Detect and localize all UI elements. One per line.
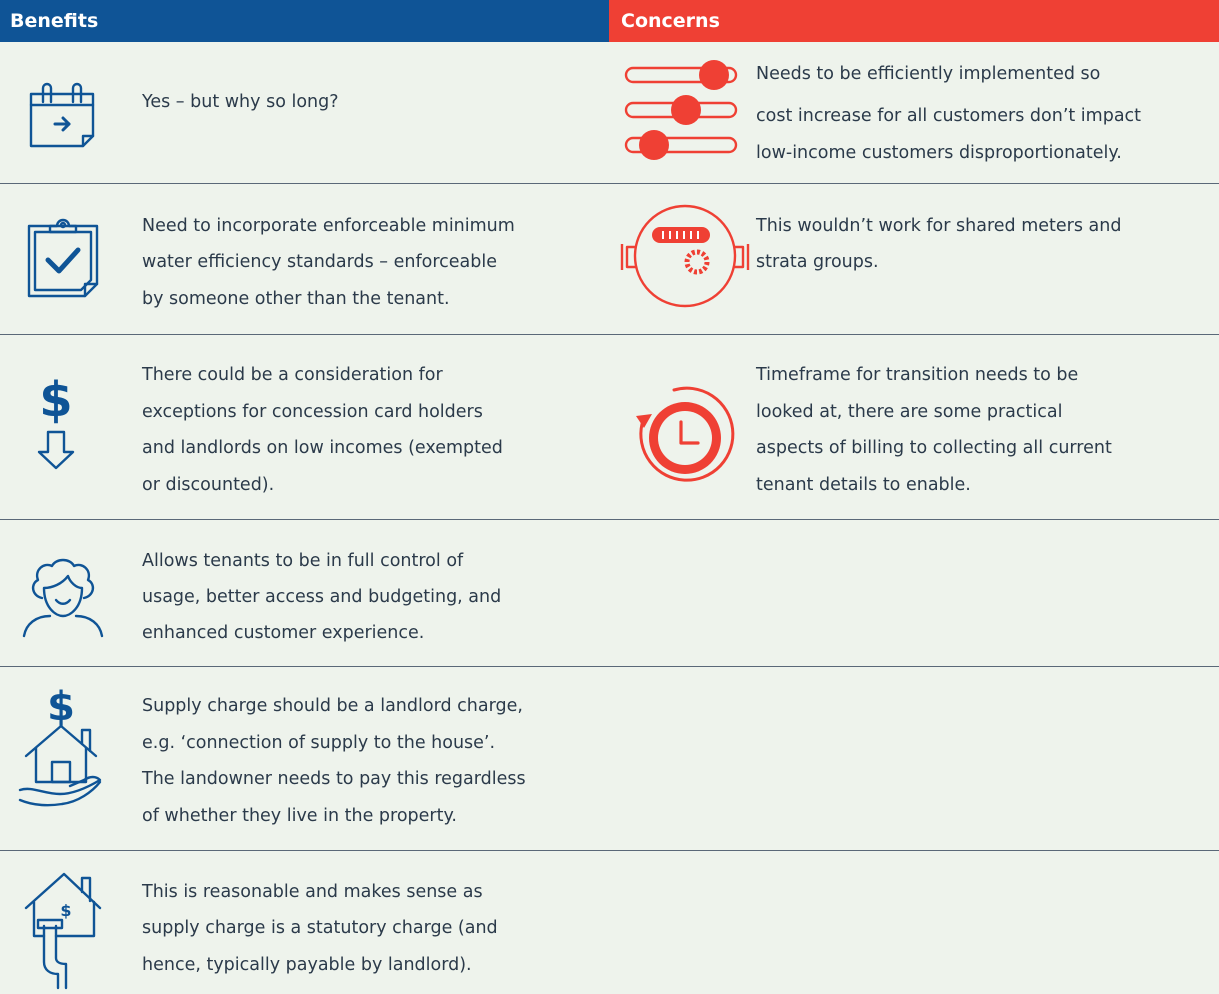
benefit-line: There could be a consideration for: [142, 365, 443, 385]
benefit-line: usage, better access and budgeting, and: [142, 587, 502, 607]
table-header: Benefits Concerns: [0, 0, 1219, 42]
benefit-line: Yes – but why so long?: [142, 92, 339, 112]
concern-line: cost increase for all customers don’t im…: [756, 106, 1142, 126]
row-divider: [0, 334, 1219, 335]
benefit-line: supply charge is a statutory charge (and: [142, 918, 498, 938]
benefit-line: This is reasonable and makes sense as: [142, 882, 483, 902]
benefit-line: Supply charge should be a landlord charg…: [142, 696, 523, 716]
concern-line: strata groups.: [756, 252, 879, 272]
concern-line: Needs to be efficiently implemented so: [756, 64, 1101, 84]
row-divider: [0, 519, 1219, 520]
benefit-line: by someone other than the tenant.: [142, 289, 450, 309]
benefit-line: e.g. ‘connection of supply to the house’…: [142, 733, 496, 753]
benefit-line: exceptions for concession card holders: [142, 402, 483, 422]
dollar-down-icon: $: [37, 372, 75, 470]
svg-text:$: $: [39, 372, 72, 428]
row-divider: [0, 850, 1219, 851]
house-hand-dollar-icon: $: [18, 684, 102, 807]
person-icon: [22, 558, 104, 638]
calendar-arrow-icon: [29, 82, 95, 148]
benefit-line: enhanced customer experience.: [142, 623, 425, 643]
benefit-line: or discounted).: [142, 475, 275, 495]
clock-cycle-icon: [636, 386, 735, 482]
concerns-column-header: Concerns: [609, 0, 1219, 42]
benefit-line: water efficiency standards – enforceable: [142, 252, 497, 272]
benefit-line: of whether they live in the property.: [142, 806, 457, 826]
benefit-line: Allows tenants to be in full control of: [142, 551, 464, 571]
benefit-line: Need to incorporate enforceable minimum: [142, 216, 515, 236]
clipboard-check-icon: [27, 218, 99, 298]
benefit-line: and landlords on low incomes (exempted: [142, 438, 503, 458]
concern-line: This wouldn’t work for shared meters and: [756, 216, 1122, 236]
concern-line: Timeframe for transition needs to be: [756, 365, 1079, 385]
house-pipe-icon: $: [24, 872, 102, 990]
benefits-column-header: Benefits: [0, 0, 609, 42]
benefit-line: The landowner needs to pay this regardle…: [142, 769, 526, 789]
concern-line: tenant details to enable.: [756, 475, 971, 495]
svg-text:$: $: [47, 684, 75, 730]
svg-text:$: $: [60, 901, 71, 920]
row-divider: [0, 666, 1219, 667]
row-divider: [0, 183, 1219, 184]
sliders-icon: [624, 60, 738, 160]
concern-line: low-income customers disproportionately.: [756, 143, 1122, 163]
concern-line: looked at, there are some practical: [756, 402, 1063, 422]
water-meter-icon: [620, 204, 750, 308]
benefit-line: hence, typically payable by landlord).: [142, 955, 472, 975]
concern-line: aspects of billing to collecting all cur…: [756, 438, 1112, 458]
